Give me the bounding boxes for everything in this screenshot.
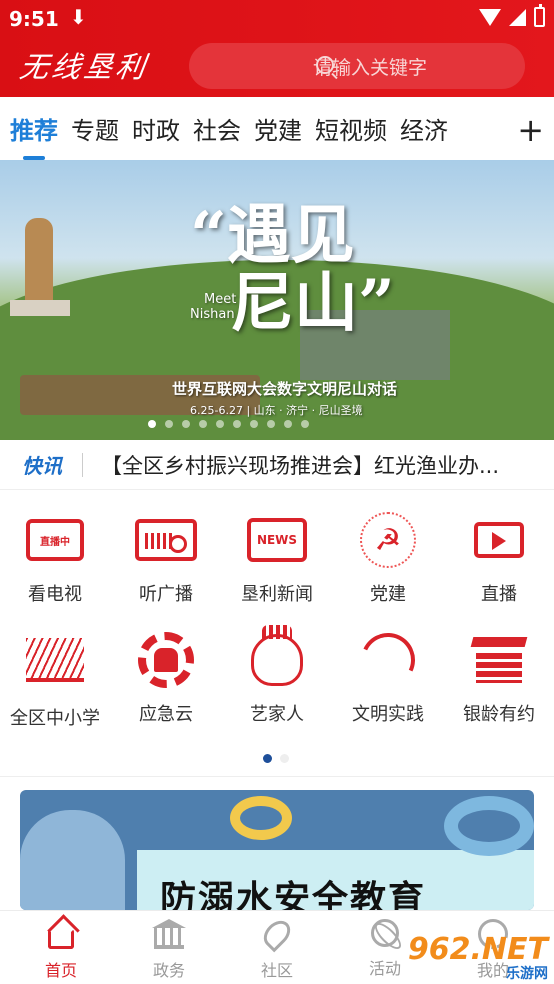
- signal-icon: [509, 8, 526, 26]
- news-icon: NEWS: [247, 518, 307, 562]
- battery-icon: [534, 4, 545, 27]
- life-ring-icon: [230, 796, 292, 840]
- banner-dot[interactable]: [267, 420, 275, 428]
- grid-item-schools[interactable]: 全区中小学: [0, 630, 110, 730]
- life-ring-large-icon: [444, 796, 534, 856]
- nav-home[interactable]: 首页: [31, 919, 91, 981]
- grid-item-party[interactable]: ☭ 党建: [333, 510, 443, 606]
- emergency-gear-icon: [138, 632, 194, 688]
- tab-society[interactable]: 社会: [193, 111, 241, 146]
- status-icons: [479, 4, 545, 27]
- ticker-headline[interactable]: 【全区乡村振兴现场推进会】红光渔业办...: [101, 450, 531, 480]
- nav-label: 活动: [368, 959, 401, 978]
- grid-item-radio[interactable]: 听广播: [111, 510, 221, 606]
- civilization-swirl-icon: [353, 625, 423, 695]
- location-pin-icon: [258, 915, 296, 953]
- nav-label: 社区: [260, 961, 293, 980]
- party-emblem-icon: ☭: [360, 512, 416, 568]
- top-header: 9:51 ⬇ 无线垦利 请输入关键字: [0, 0, 554, 97]
- grid-label: 文明实践: [352, 704, 424, 725]
- banner-dot[interactable]: [233, 420, 241, 428]
- app-logo: 无线垦利: [17, 50, 151, 84]
- banner-meet-text: Meet Nishan: [190, 292, 236, 322]
- tab-recommend[interactable]: 推荐: [10, 111, 58, 160]
- grid-label: 艺家人: [250, 704, 304, 725]
- tab-politics[interactable]: 时政: [132, 111, 180, 146]
- grid-label: 党建: [370, 584, 406, 605]
- grid-label: 直播: [481, 584, 517, 605]
- watermark-brand: 962.NET: [407, 932, 548, 967]
- grid-label: 垦利新闻: [241, 584, 313, 605]
- add-channel-icon[interactable]: +: [517, 111, 544, 149]
- nav-community[interactable]: 社区: [247, 915, 307, 981]
- radio-icon: [135, 519, 197, 561]
- nav-government[interactable]: 政务: [139, 919, 199, 981]
- nav-activity[interactable]: 活动: [355, 919, 415, 979]
- banner-statue: [25, 218, 53, 308]
- status-bar: 9:51 ⬇: [0, 0, 554, 36]
- grid-label: 全区中小学: [10, 708, 100, 729]
- news-ticker[interactable]: 快讯 【全区乡村振兴现场推进会】红光渔业办...: [0, 440, 554, 490]
- banner-title-line1: “遇见: [190, 198, 355, 273]
- search-icon: [316, 56, 334, 74]
- banner-dot[interactable]: [284, 420, 292, 428]
- grid-page-dot[interactable]: [263, 754, 272, 763]
- promo-banner[interactable]: 防溺水安全教育: [20, 790, 534, 910]
- grid-label: 银龄有约: [463, 704, 535, 725]
- wifi-icon: [479, 8, 501, 26]
- grid-item-watch-tv[interactable]: 直播中 看电视: [0, 510, 110, 606]
- tab-short-video[interactable]: 短视频: [315, 111, 387, 146]
- nav-label: 首页: [44, 961, 77, 980]
- watermark-logo: 962.NET 乐游网: [408, 932, 548, 983]
- grid-item-civilization[interactable]: 文明实践: [333, 625, 443, 726]
- grid-label: 应急云: [139, 704, 193, 725]
- banner-dot[interactable]: [182, 420, 190, 428]
- banner-subtitle: 世界互联网大会数字文明尼山对话: [172, 380, 398, 398]
- status-time: 9:51: [9, 7, 59, 31]
- banner-title-line2: 尼山”: [230, 266, 395, 341]
- search-bar[interactable]: 请输入关键字: [189, 43, 525, 89]
- activity-icon: [371, 919, 399, 947]
- banner-dot[interactable]: [165, 420, 173, 428]
- home-icon: [48, 929, 74, 949]
- banner-dot[interactable]: [301, 420, 309, 428]
- opera-mask-icon: [251, 625, 303, 686]
- section-divider: [0, 776, 554, 777]
- download-icon: ⬇: [70, 5, 87, 29]
- tab-party[interactable]: 党建: [254, 111, 302, 146]
- grid-item-live[interactable]: 直播: [444, 510, 554, 606]
- live-video-icon: [474, 522, 524, 558]
- grid-item-emergency-cloud[interactable]: 应急云: [111, 630, 221, 726]
- channel-tabs: 推荐 专题 时政 社会 党建 短视频 经济 +: [0, 97, 554, 160]
- app-root: 9:51 ⬇ 无线垦利 请输入关键字 推荐 专题 时政 社会 党建 短视频 经济…: [0, 0, 554, 984]
- tv-icon: 直播中: [26, 519, 84, 561]
- hero-banner[interactable]: “遇见 尼山” Meet Nishan 世界互联网大会数字文明尼山对话 6.25…: [0, 160, 554, 440]
- banner-meet-line2: Nishan: [190, 307, 235, 322]
- grid-item-kenli-news[interactable]: NEWS 垦利新闻: [222, 510, 332, 606]
- banner-date: 6.25-6.27 | 山东 · 济宁 · 尼山圣境: [190, 404, 363, 417]
- banner-dot[interactable]: [250, 420, 258, 428]
- grid-pagination: [263, 754, 289, 763]
- promo-person-illustration: [20, 810, 125, 910]
- nav-label: 政务: [152, 961, 185, 980]
- stacked-books-icon: [472, 637, 526, 683]
- grid-label: 看电视: [28, 584, 82, 605]
- grid-label: 听广播: [139, 584, 193, 605]
- book-icon: [26, 638, 84, 682]
- tab-topics[interactable]: 专题: [71, 111, 119, 146]
- flash-news-badge: 快讯: [22, 454, 62, 478]
- banner-pagination: [148, 420, 309, 428]
- government-icon: [152, 919, 186, 949]
- banner-meet-line1: Meet: [204, 292, 237, 307]
- banner-statue-base: [10, 300, 70, 316]
- banner-dot[interactable]: [216, 420, 224, 428]
- ticker-divider: [82, 452, 83, 477]
- banner-dot[interactable]: [199, 420, 207, 428]
- grid-page-dot[interactable]: [280, 754, 289, 763]
- banner-dot[interactable]: [148, 420, 156, 428]
- grid-item-artists[interactable]: 艺家人: [222, 625, 332, 726]
- tab-economy[interactable]: 经济: [400, 111, 448, 146]
- promo-title: 防溺水安全教育: [160, 879, 427, 910]
- grid-item-seniors[interactable]: 银龄有约: [444, 630, 554, 726]
